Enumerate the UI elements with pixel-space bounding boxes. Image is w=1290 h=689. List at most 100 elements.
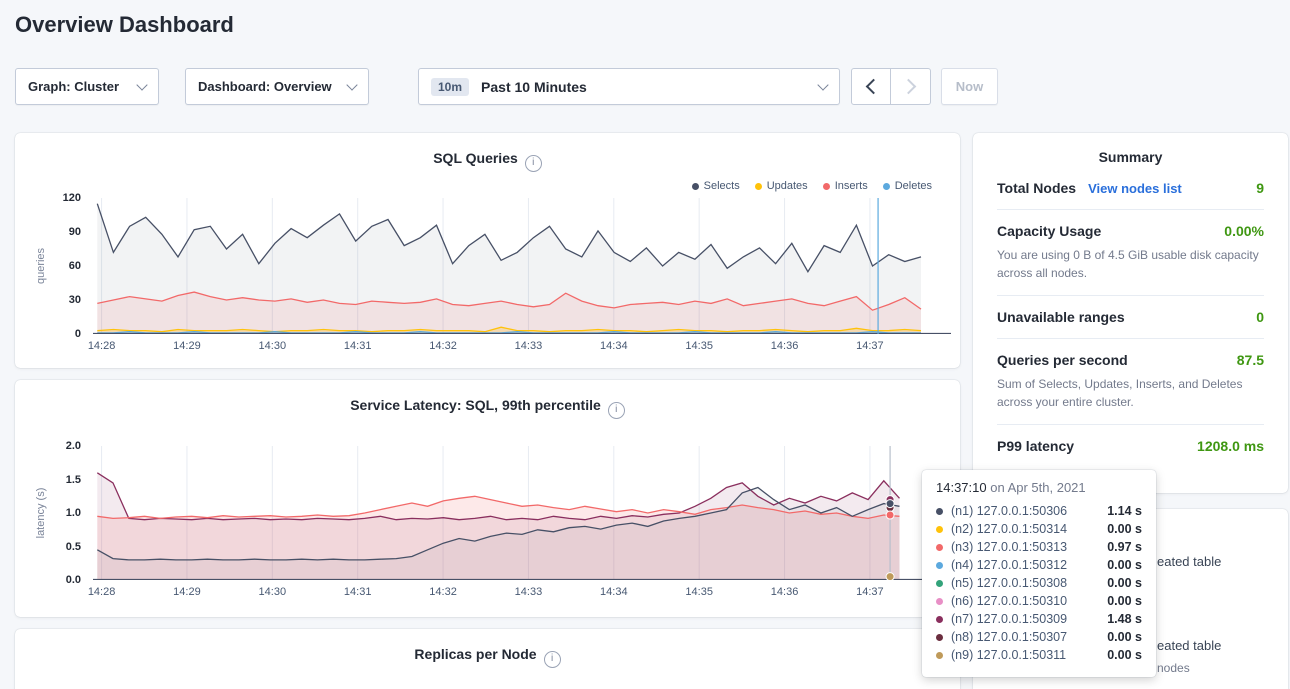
tooltip-row: (n5) 127.0.0.1:503080.00 s [936, 574, 1142, 592]
y-tick-label: 1.0 [66, 507, 81, 519]
event-item-fragment: nodes [1157, 661, 1190, 675]
tooltip-row: (n4) 127.0.0.1:503120.00 s [936, 556, 1142, 574]
sql-queries-plot[interactable] [93, 198, 951, 339]
node-latency-value: 0.00 s [1107, 648, 1142, 662]
queries-per-second-label: Queries per second [997, 352, 1128, 368]
time-range-label: Past 10 Minutes [481, 79, 587, 95]
y-axis-ticks: 0306090120 [49, 198, 87, 334]
time-nav-group [851, 68, 931, 105]
chart-legend: Selects Updates Inserts Deletes [692, 180, 932, 192]
x-tick-label: 14:34 [600, 586, 628, 598]
summary-qps-section: Queries per second 87.5 Sum of Selects, … [997, 339, 1264, 425]
legend-dot-icon [692, 183, 699, 190]
node-latency-value: 0.00 s [1107, 576, 1142, 590]
page-title: Overview Dashboard [15, 12, 234, 38]
chevron-down-icon [136, 79, 147, 90]
service-latency-panel: Service Latency: SQL, 99th percentilei l… [15, 380, 960, 617]
node-color-dot-icon [936, 580, 943, 587]
now-button[interactable]: Now [941, 68, 998, 105]
summary-panel: Summary Total Nodes View nodes list 9 Ca… [973, 133, 1288, 493]
tooltip-row: (n8) 127.0.0.1:503070.00 s [936, 628, 1142, 646]
view-nodes-list-link[interactable]: View nodes list [1088, 181, 1182, 196]
legend-label: Deletes [895, 180, 932, 192]
node-latency-value: 0.97 s [1107, 540, 1142, 554]
event-item-fragment[interactable]: eated table [1157, 554, 1221, 569]
tooltip-timestamp: 14:37:10 on Apr 5th, 2021 [936, 480, 1142, 495]
node-address: (n9) 127.0.0.1:50311 [951, 648, 1107, 662]
overview-dashboard-page: Overview Dashboard Graph: Cluster Dashbo… [0, 0, 1290, 689]
queries-per-second-subtext: Sum of Selects, Updates, Inserts, and De… [997, 375, 1264, 411]
node-color-dot-icon [936, 616, 943, 623]
info-icon[interactable]: i [608, 402, 625, 419]
dashboard-dropdown[interactable]: Dashboard: Overview [185, 68, 369, 105]
unavailable-ranges-label: Unavailable ranges [997, 309, 1125, 325]
node-latency-value: 1.14 s [1107, 504, 1142, 518]
legend-item[interactable]: Deletes [883, 180, 932, 192]
sql-queries-chart [93, 198, 951, 334]
capacity-usage-value: 0.00% [1224, 223, 1264, 239]
replicas-per-node-title: Replicas per Nodei [15, 646, 960, 668]
legend-item[interactable]: Inserts [823, 180, 868, 192]
chart-hover-tooltip: 14:37:10 on Apr 5th, 2021 (n1) 127.0.0.1… [922, 470, 1156, 677]
summary-capacity-section: Capacity Usage 0.00% You are using 0 B o… [997, 210, 1264, 296]
node-address: (n7) 127.0.0.1:50309 [951, 612, 1107, 626]
x-tick-label: 14:37 [856, 340, 884, 352]
service-latency-title: Service Latency: SQL, 99th percentilei [15, 397, 960, 419]
capacity-usage-label: Capacity Usage [997, 223, 1101, 239]
y-tick-label: 30 [69, 294, 81, 306]
now-button-label: Now [956, 79, 983, 94]
tooltip-row: (n1) 127.0.0.1:503061.14 s [936, 502, 1142, 520]
summary-unavailable-section: Unavailable ranges 0 [997, 296, 1264, 339]
node-address: (n1) 127.0.0.1:50306 [951, 504, 1107, 518]
y-axis-ticks: 0.00.51.01.52.0 [49, 446, 87, 580]
y-axis-label: latency (s) [35, 488, 47, 539]
y-tick-label: 60 [69, 260, 81, 272]
node-color-dot-icon [936, 598, 943, 605]
info-icon[interactable]: i [544, 651, 561, 668]
x-tick-label: 14:29 [173, 586, 201, 598]
tooltip-rows: (n1) 127.0.0.1:503061.14 s(n2) 127.0.0.1… [936, 502, 1142, 664]
chevron-down-icon [346, 79, 357, 90]
chevron-down-icon [817, 79, 828, 90]
node-latency-value: 0.00 s [1107, 558, 1142, 572]
node-color-dot-icon [936, 544, 943, 551]
time-prev-button[interactable] [851, 68, 891, 105]
node-address: (n4) 127.0.0.1:50312 [951, 558, 1107, 572]
time-next-button[interactable] [891, 68, 931, 105]
y-tick-label: 0.5 [66, 541, 81, 553]
y-tick-label: 120 [63, 192, 81, 204]
x-tick-label: 14:36 [771, 586, 799, 598]
time-range-picker[interactable]: 10m Past 10 Minutes [418, 68, 840, 105]
graph-dropdown[interactable]: Graph: Cluster [15, 68, 159, 105]
x-tick-label: 14:35 [685, 586, 713, 598]
legend-label: Inserts [835, 180, 868, 192]
sql-queries-panel: SQL Queriesi Selects Updates Inserts Delete… [15, 133, 960, 368]
x-tick-label: 14:36 [771, 340, 799, 352]
unavailable-ranges-value: 0 [1256, 309, 1264, 325]
event-item-fragment[interactable]: eated table [1157, 638, 1221, 653]
legend-item[interactable]: Updates [755, 180, 808, 192]
x-tick-label: 14:35 [685, 340, 713, 352]
summary-header: Summary [973, 149, 1288, 165]
service-latency-plot[interactable] [93, 446, 951, 585]
y-tick-label: 1.5 [66, 474, 81, 486]
x-tick-label: 14:37 [856, 586, 884, 598]
x-tick-label: 14:33 [515, 340, 543, 352]
x-tick-label: 14:33 [515, 586, 543, 598]
tooltip-row: (n2) 127.0.0.1:503140.00 s [936, 520, 1142, 538]
node-address: (n3) 127.0.0.1:50313 [951, 540, 1107, 554]
x-axis-ticks: 14:2814:2914:3014:3114:3214:3314:3414:35… [93, 340, 951, 356]
x-tick-label: 14:31 [344, 340, 372, 352]
y-tick-label: 0.0 [66, 574, 81, 586]
sql-queries-title: SQL Queriesi [15, 150, 960, 172]
legend-label: Selects [704, 180, 740, 192]
info-icon[interactable]: i [525, 155, 542, 172]
node-color-dot-icon [936, 562, 943, 569]
node-color-dot-icon [936, 526, 943, 533]
x-tick-label: 14:28 [88, 586, 116, 598]
legend-item[interactable]: Selects [692, 180, 740, 192]
y-tick-label: 2.0 [66, 440, 81, 452]
node-latency-value: 0.00 s [1107, 594, 1142, 608]
node-color-dot-icon [936, 652, 943, 659]
x-tick-label: 14:30 [259, 340, 287, 352]
